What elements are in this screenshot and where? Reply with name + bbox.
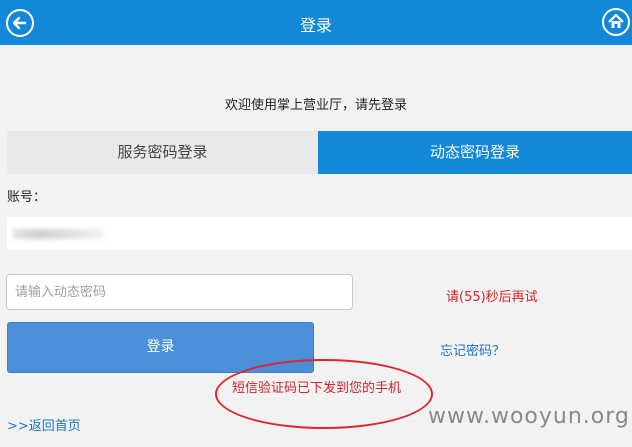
home-circle-icon — [608, 13, 624, 28]
tab-service-password-login[interactable]: 服务密码登录 — [7, 131, 318, 174]
home-button[interactable] — [602, 8, 630, 36]
resend-countdown: 请(55)秒后再试 — [446, 290, 538, 305]
masked-account-value — [13, 229, 103, 239]
account-label: 账号： — [7, 190, 47, 205]
watermark: www.wooyun.org — [428, 404, 630, 429]
welcome-message: 欢迎使用掌上营业厅，请先登录 — [224, 98, 407, 113]
tab-dynamic-password-login[interactable]: 动态密码登录 — [318, 131, 632, 174]
highlight-ellipse — [215, 359, 433, 429]
back-home-link[interactable]: >>返回首页 — [7, 415, 81, 434]
forgot-password-link[interactable]: 忘记密码？ — [440, 340, 505, 359]
dynamic-code-input[interactable] — [6, 274, 353, 310]
top-nav-bar: 登录 — [0, 0, 632, 45]
page-title: 登录 — [299, 16, 332, 35]
account-field[interactable] — [7, 217, 632, 250]
